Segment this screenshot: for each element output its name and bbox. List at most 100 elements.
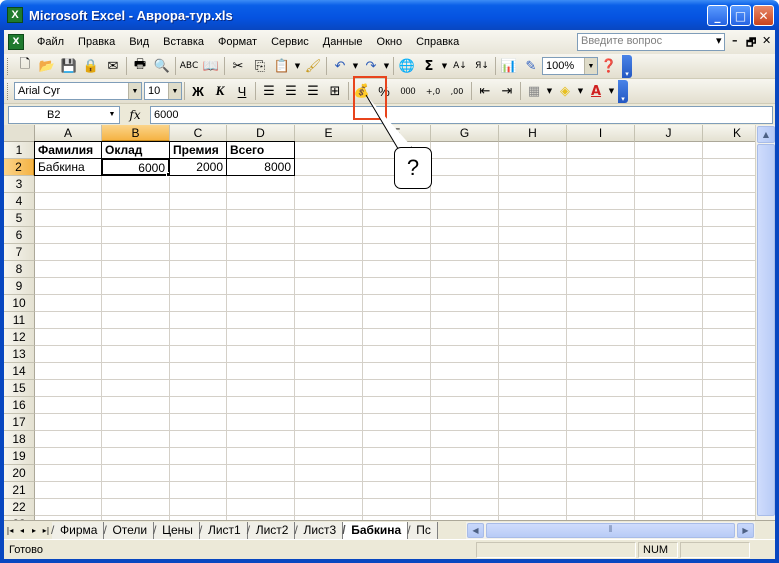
menu-format[interactable]: Формат xyxy=(211,36,264,48)
horizontal-scroll-thumb[interactable]: ⦀ xyxy=(486,523,735,538)
autosum-icon[interactable]: Σ xyxy=(418,55,440,77)
font-size-dropdown-icon[interactable]: ▼ xyxy=(168,83,181,99)
cell-a2[interactable]: Бабкина xyxy=(34,158,102,176)
select-all-corner[interactable] xyxy=(4,125,35,142)
horizontal-scrollbar[interactable]: ◀ ⦀ ▶ xyxy=(466,522,755,539)
redo-dropdown-icon[interactable]: ▼ xyxy=(382,62,391,70)
cell-b1[interactable]: Оклад xyxy=(101,141,170,159)
menu-file[interactable]: Файл xyxy=(30,36,71,48)
new-icon[interactable]: 🗋 xyxy=(14,55,36,77)
row-header-9[interactable]: 9 xyxy=(4,278,35,295)
row-header-22[interactable]: 22 xyxy=(4,499,35,516)
undo-icon[interactable]: ↶ xyxy=(329,55,351,77)
row-header-13[interactable]: 13 xyxy=(4,346,35,363)
scroll-right-icon[interactable]: ▶ xyxy=(737,523,754,538)
menu-window[interactable]: Окно xyxy=(370,36,410,48)
hyperlink-icon[interactable]: 🌐 xyxy=(396,55,418,77)
excel-app-icon[interactable]: X xyxy=(7,7,23,23)
merge-center-icon[interactable]: ⊞ xyxy=(324,80,346,102)
column-header-g[interactable]: G xyxy=(431,125,499,142)
sort-ascending-icon[interactable]: А↓ xyxy=(449,55,471,77)
row-header-14[interactable]: 14 xyxy=(4,363,35,380)
doc-close-button[interactable]: ✕ xyxy=(762,34,771,47)
increase-indent-icon[interactable]: ⇥ xyxy=(496,80,518,102)
help-dropdown-icon[interactable]: ▾ xyxy=(716,34,722,47)
first-sheet-icon[interactable]: |◂ xyxy=(4,526,16,535)
row-header-5[interactable]: 5 xyxy=(4,210,35,227)
increase-decimal-button[interactable]: +,0 xyxy=(421,80,445,102)
column-header-e[interactable]: E xyxy=(295,125,363,142)
spelling-icon[interactable]: ABC xyxy=(178,55,200,77)
bold-button[interactable]: Ж xyxy=(187,80,209,102)
align-right-icon[interactable]: ☰ xyxy=(302,80,324,102)
row-header-4[interactable]: 4 xyxy=(4,193,35,210)
sheet-tab-list1[interactable]: Лист1 xyxy=(199,521,248,539)
column-header-c[interactable]: C xyxy=(170,125,227,142)
cell-d2[interactable]: 8000 xyxy=(226,158,295,176)
underline-button[interactable]: Ч xyxy=(231,80,253,102)
row-header-3[interactable]: 3 xyxy=(4,176,35,193)
row-header-6[interactable]: 6 xyxy=(4,227,35,244)
cell-c2[interactable]: 2000 xyxy=(169,158,227,176)
cell-a1[interactable]: Фамилия xyxy=(34,141,102,159)
row-header-19[interactable]: 19 xyxy=(4,448,35,465)
row-header-12[interactable]: 12 xyxy=(4,329,35,346)
spreadsheet-grid[interactable]: A B C D E F G H I J K 1 2 3 4 5 6 7 8 9 10 11 12 13 14 15 16 17 18 19… xyxy=(4,125,775,520)
name-box[interactable]: B2 ▼ xyxy=(8,105,120,124)
redo-icon[interactable]: ↷ xyxy=(360,55,382,77)
open-icon[interactable]: 📂 xyxy=(36,55,58,77)
borders-dropdown-icon[interactable]: ▼ xyxy=(545,87,554,95)
help-search-input[interactable]: Введите вопрос xyxy=(577,33,725,51)
row-header-2[interactable]: 2 xyxy=(4,159,35,176)
email-icon[interactable]: ✉ xyxy=(102,55,124,77)
column-header-d[interactable]: D xyxy=(227,125,295,142)
row-header-20[interactable]: 20 xyxy=(4,465,35,482)
row-header-10[interactable]: 10 xyxy=(4,295,35,312)
cut-icon[interactable]: ✂ xyxy=(227,55,249,77)
sheet-tab-oteli[interactable]: Отели xyxy=(103,521,155,539)
print-preview-icon[interactable]: 🔍 xyxy=(151,55,173,77)
format-painter-icon[interactable]: 🖌 xyxy=(302,55,324,77)
column-header-i[interactable]: I xyxy=(567,125,635,142)
drawing-icon[interactable]: ✎ xyxy=(520,55,542,77)
sort-descending-icon[interactable]: Я↓ xyxy=(471,55,493,77)
decrease-indent-icon[interactable]: ⇤ xyxy=(474,80,496,102)
save-icon[interactable]: 💾 xyxy=(58,55,80,77)
cell-b2[interactable]: 6000 xyxy=(101,158,170,176)
row-header-16[interactable]: 16 xyxy=(4,397,35,414)
sheet-tab-list2[interactable]: Лист2 xyxy=(247,521,296,539)
row-header-21[interactable]: 21 xyxy=(4,482,35,499)
print-icon[interactable]: 🖶 xyxy=(129,55,151,77)
insert-function-icon[interactable]: fx xyxy=(120,108,150,122)
sheet-tab-list3[interactable]: Лист3 xyxy=(294,521,344,539)
column-header-h[interactable]: H xyxy=(499,125,567,142)
chart-wizard-icon[interactable]: 📊 xyxy=(498,55,520,77)
close-button[interactable]: ✕ xyxy=(753,5,774,26)
cell-d1[interactable]: Всего xyxy=(226,141,295,159)
menu-view[interactable]: Вид xyxy=(122,36,156,48)
copy-icon[interactable]: ⎘ xyxy=(249,55,271,77)
menu-edit[interactable]: Правка xyxy=(71,36,122,48)
maximize-button[interactable]: □ xyxy=(730,5,751,26)
prev-sheet-icon[interactable]: ◂ xyxy=(16,526,28,535)
row-header-8[interactable]: 8 xyxy=(4,261,35,278)
formula-input[interactable]: 6000 xyxy=(150,105,773,124)
row-header-15[interactable]: 15 xyxy=(4,380,35,397)
research-icon[interactable]: 📖 xyxy=(200,55,222,77)
sheet-tab-ceny[interactable]: Цены xyxy=(153,521,200,539)
font-name-combo[interactable]: Arial Cyr ▼ xyxy=(14,82,142,100)
column-header-a[interactable]: A xyxy=(35,125,102,142)
fill-color-dropdown-icon[interactable]: ▼ xyxy=(576,87,585,95)
help-icon[interactable]: ❓ xyxy=(598,55,620,77)
paste-dropdown-icon[interactable]: ▼ xyxy=(293,62,302,70)
doc-restore-button[interactable]: 🗗 xyxy=(746,34,756,53)
autosum-dropdown-icon[interactable]: ▼ xyxy=(440,62,449,70)
permission-icon[interactable]: 🔒 xyxy=(80,55,102,77)
row-header-7[interactable]: 7 xyxy=(4,244,35,261)
column-header-j[interactable]: J xyxy=(635,125,703,142)
italic-button[interactable]: К xyxy=(209,80,231,102)
toolbar-options-icon[interactable]: ▾ xyxy=(618,79,628,103)
paste-icon[interactable]: 📋 xyxy=(271,55,293,77)
toolbar-grip[interactable] xyxy=(7,82,10,100)
sheet-tab-ps[interactable]: Пс xyxy=(407,521,438,539)
